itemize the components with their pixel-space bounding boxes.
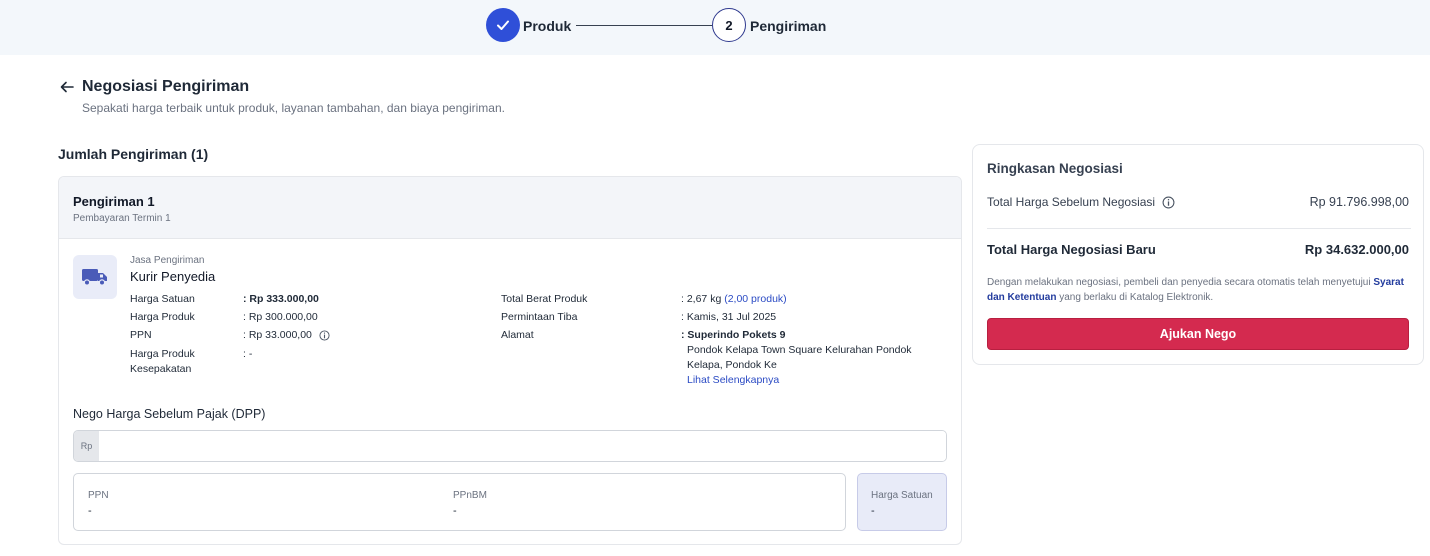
step-connector (576, 25, 712, 26)
total-weight-value: : 2,67 kg (681, 293, 722, 305)
agreed-price-key: Harga Produk Kesepakatan (130, 348, 195, 375)
arrival-request-key: Permintaan Tiba (501, 311, 578, 323)
checkout-stepper: Produk 2 Pengiriman (0, 0, 1430, 55)
truck-icon-box (73, 255, 117, 299)
payment-term: Pembayaran Termin 1 (73, 213, 171, 224)
page-subtitle: Sepakati harga terbaik untuk produk, lay… (82, 101, 505, 115)
unit-price-result: - (871, 505, 875, 517)
total-weight-row: : 2,67 kg (2,00 produk) (681, 292, 787, 307)
arrival-request-value: : Kamis, 31 Jul 2025 (681, 311, 777, 323)
ppnbm-result: - (453, 505, 457, 517)
nego-price-input[interactable] (100, 431, 946, 461)
unit-price-key: Harga Satuan (130, 293, 195, 305)
back-arrow-icon[interactable] (58, 78, 76, 96)
step-produk-done (486, 8, 520, 42)
unit-price-box: Harga Satuan - (857, 473, 947, 531)
shipment-card-header: Pengiriman 1 Pembayaran Termin 1 (59, 177, 961, 239)
truck-icon (82, 269, 107, 286)
new-total-label: Total Harga Negosiasi Baru (987, 242, 1156, 257)
nego-price-field[interactable]: Rp (73, 430, 947, 462)
total-weight-key: Total Berat Produk (501, 293, 588, 305)
unit-price-result-label: Harga Satuan (871, 490, 933, 501)
ppn-value: : Rp 33.000,00 (243, 329, 312, 341)
product-price-value: : Rp 300.000,00 (243, 311, 318, 323)
nego-dpp-label: Nego Harga Sebelum Pajak (DPP) (73, 407, 266, 421)
step-produk-label: Produk (523, 18, 572, 34)
page-title: Negosiasi Pengiriman (82, 78, 250, 95)
new-total-value: Rp 34.632.000,00 (1304, 242, 1409, 257)
agreed-price-value: : - (243, 348, 253, 360)
currency-prefix: Rp (74, 431, 99, 461)
address-name: : Superindo Pokets 9 (681, 329, 786, 341)
before-nego-value: Rp 91.796.998,00 (1309, 195, 1409, 209)
see-more-link[interactable]: Lihat Selengkapnya (687, 373, 779, 388)
shipping-service-value: Kurir Penyedia (130, 269, 216, 284)
ppn-key: PPN (130, 329, 152, 341)
ppn-value-row: : Rp 33.000,00 (243, 328, 330, 343)
unit-price-value: : Rp 333.000,00 (243, 293, 319, 305)
step-pengiriman-number: 2 (712, 8, 746, 42)
terms-note-suffix: yang berlaku di Katalog Elektronik. (1059, 292, 1214, 303)
check-icon (497, 20, 509, 30)
summary-divider (987, 228, 1411, 229)
info-icon[interactable] (319, 330, 330, 341)
tax-summary-box: PPN - PPnBM - (73, 473, 846, 531)
before-nego-row: Total Harga Sebelum Negosiasi (987, 195, 1175, 209)
shipment-title: Pengiriman 1 (73, 194, 155, 209)
shipment-card: Pengiriman 1 Pembayaran Termin 1 Jasa Pe… (58, 176, 962, 545)
before-nego-label: Total Harga Sebelum Negosiasi (987, 195, 1156, 209)
product-price-key: Harga Produk (130, 311, 195, 323)
address-line: Pondok Kelapa Town Square Kelurahan Pond… (687, 344, 912, 371)
terms-note: Dengan melakukan negosiasi, pembeli dan … (987, 275, 1411, 305)
ppn-result: - (88, 505, 92, 517)
submit-nego-button[interactable]: Ajukan Nego (987, 318, 1409, 350)
info-icon[interactable] (1162, 196, 1175, 209)
summary-title: Ringkasan Negosiasi (987, 161, 1123, 176)
shipping-service-label: Jasa Pengiriman (130, 255, 205, 266)
step-pengiriman-label: Pengiriman (750, 18, 827, 34)
terms-note-prefix: Dengan melakukan negosiasi, pembeli dan … (987, 277, 1371, 288)
negotiation-summary: Ringkasan Negosiasi Total Harga Sebelum … (972, 144, 1424, 365)
product-count-link[interactable]: (2,00 produk) (724, 293, 786, 305)
address-key: Alamat (501, 329, 534, 341)
ppn-label: PPN (88, 490, 109, 501)
ppnbm-label: PPnBM (453, 490, 487, 501)
shipment-count-title: Jumlah Pengiriman (1) (58, 146, 209, 162)
